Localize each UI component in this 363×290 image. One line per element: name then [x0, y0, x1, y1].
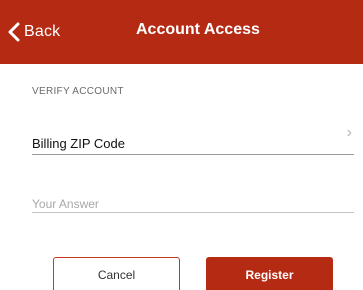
answer-input[interactable]: [32, 196, 354, 213]
register-button[interactable]: Register: [206, 257, 333, 290]
question-select-value: Billing ZIP Code: [32, 136, 125, 151]
verify-account-label: VERIFY ACCOUNT: [32, 86, 124, 97]
nav-bar: Back Account Access: [0, 0, 363, 64]
cancel-button[interactable]: Cancel: [53, 257, 180, 290]
question-select[interactable]: Billing ZIP Code ›: [32, 124, 356, 155]
select-underline: [32, 154, 354, 155]
account-access-screen: Back Account Access VERIFY ACCOUNT Billi…: [0, 0, 363, 290]
page-title: Account Access: [136, 21, 260, 38]
back-button[interactable]: Back: [8, 19, 60, 45]
back-label: Back: [24, 23, 61, 40]
chevron-left-icon: [8, 22, 20, 42]
chevron-right-icon: ›: [346, 124, 352, 141]
